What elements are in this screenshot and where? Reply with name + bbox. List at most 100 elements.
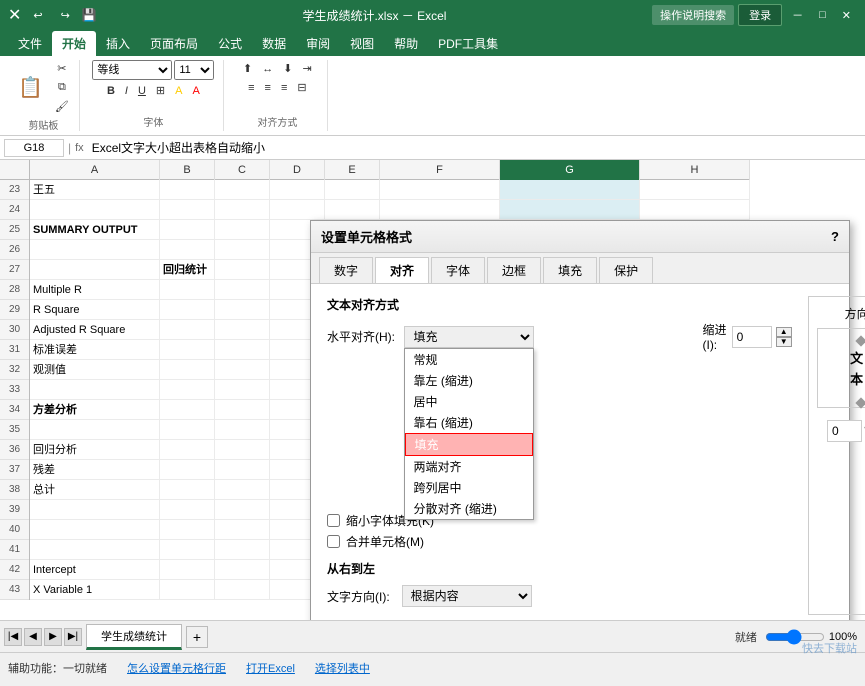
dialog-tab-protect[interactable]: 保护 [599, 257, 653, 283]
dialog-tab-number[interactable]: 数字 [319, 257, 373, 283]
hint-item-1[interactable]: 怎么设置单元格行距 [127, 660, 226, 676]
minimize-button[interactable]: － [786, 5, 809, 25]
cell-C26[interactable] [215, 240, 270, 259]
cell-C23[interactable] [215, 180, 270, 199]
col-header-F[interactable]: F [380, 160, 500, 180]
tab-insert[interactable]: 插入 [96, 31, 140, 56]
cell-C31[interactable] [215, 340, 270, 359]
col-header-C[interactable]: C [215, 160, 270, 180]
cell-B27[interactable]: 回归统计 [160, 260, 215, 279]
dropdown-item-center[interactable]: 居中 [405, 391, 533, 412]
cell-C41[interactable] [215, 540, 270, 559]
dialog-tab-border[interactable]: 边框 [487, 257, 541, 283]
cell-A34[interactable]: 方差分析 [30, 400, 160, 419]
cell-B28[interactable] [160, 280, 215, 299]
dropdown-item-distributed[interactable]: 分散对齐 (缩进) [405, 498, 533, 519]
col-header-E[interactable]: E [325, 160, 380, 180]
col-header-G[interactable]: G [500, 160, 640, 180]
cell-C38[interactable] [215, 480, 270, 499]
tab-formula[interactable]: 公式 [208, 31, 252, 56]
cell-B36[interactable] [160, 440, 215, 459]
cell-G24[interactable] [500, 200, 640, 219]
cell-A23[interactable]: 王五 [30, 180, 160, 199]
cell-B35[interactable] [160, 420, 215, 439]
sheet-nav-next[interactable]: ▶ [44, 628, 62, 646]
cell-B24[interactable] [160, 200, 215, 219]
dialog-tab-fill[interactable]: 填充 [543, 257, 597, 283]
cell-C24[interactable] [215, 200, 270, 219]
cell-A31[interactable]: 标准误差 [30, 340, 160, 359]
font-name-select[interactable]: 等线 [92, 60, 172, 80]
italic-button[interactable]: I [121, 83, 132, 99]
hint-item-3[interactable]: 选择列表中 [315, 660, 370, 676]
cell-H24[interactable] [640, 200, 750, 219]
bold-button[interactable]: B [103, 83, 119, 99]
formula-input[interactable] [88, 141, 861, 155]
cell-B37[interactable] [160, 460, 215, 479]
cell-A24[interactable] [30, 200, 160, 219]
copy-button[interactable]: ⧉ [51, 79, 73, 96]
dialog-question-icon[interactable]: ? [831, 229, 839, 244]
dropdown-item-normal[interactable]: 常规 [405, 349, 533, 370]
tab-pdf[interactable]: PDF工具集 [428, 31, 508, 56]
cell-C32[interactable] [215, 360, 270, 379]
cell-C29[interactable] [215, 300, 270, 319]
cell-C27[interactable] [215, 260, 270, 279]
indent-up-button[interactable]: ▲ [776, 327, 792, 337]
col-header-B[interactable]: B [160, 160, 215, 180]
shrink-checkbox[interactable] [327, 514, 340, 527]
cell-C42[interactable] [215, 560, 270, 579]
font-size-select[interactable]: 11 [174, 60, 214, 80]
sheet-nav-first[interactable]: |◀ [4, 628, 22, 646]
dropdown-item-fill[interactable]: 填充 [405, 433, 533, 456]
save-icon[interactable]: 💾 [82, 8, 97, 22]
align-left-button[interactable]: ≡ [244, 80, 258, 96]
cell-G23[interactable] [500, 180, 640, 199]
col-header-H[interactable]: H [640, 160, 750, 180]
cell-A32[interactable]: 观测值 [30, 360, 160, 379]
align-center-button[interactable]: ≡ [261, 80, 275, 96]
text-direction-select[interactable]: 根据内容 [402, 585, 532, 607]
align-bottom-button[interactable]: ⬇ [279, 60, 296, 77]
hint-item-2[interactable]: 打开Excel [246, 660, 295, 676]
col-header-D[interactable]: D [270, 160, 325, 180]
cell-F24[interactable] [380, 200, 500, 219]
format-painter-button[interactable]: 🖌 [51, 98, 73, 115]
degree-input[interactable] [827, 420, 862, 442]
tab-file[interactable]: 文件 [8, 31, 52, 56]
cell-A25[interactable]: SUMMARY OUTPUT [30, 220, 160, 239]
align-top-button[interactable]: ⬆ [239, 60, 256, 77]
cell-C30[interactable] [215, 320, 270, 339]
horizontal-align-select[interactable]: 填充 [404, 326, 534, 348]
merge-button[interactable]: ⊟ [293, 79, 310, 96]
merge-checkbox[interactable] [327, 535, 340, 548]
indent-down-button[interactable]: ▼ [776, 337, 792, 347]
cell-A30[interactable]: Adjusted R Square [30, 320, 160, 339]
cell-reference-input[interactable] [4, 139, 64, 157]
cell-D24[interactable] [270, 200, 325, 219]
cell-B33[interactable] [160, 380, 215, 399]
dropdown-item-left[interactable]: 靠左 (缩进) [405, 370, 533, 391]
sheet-nav-last[interactable]: ▶| [64, 628, 82, 646]
cell-B34[interactable] [160, 400, 215, 419]
wrap-text-button[interactable]: ⇥ [298, 60, 315, 77]
cell-A35[interactable] [30, 420, 160, 439]
cell-A40[interactable] [30, 520, 160, 539]
cell-A36[interactable]: 回归分析 [30, 440, 160, 459]
cell-B42[interactable] [160, 560, 215, 579]
login-button[interactable]: 登录 [738, 4, 782, 26]
add-sheet-button[interactable]: + [186, 626, 208, 648]
sheet-nav-prev[interactable]: ◀ [24, 628, 42, 646]
indent-input[interactable] [732, 326, 772, 348]
horizontal-dropdown[interactable]: 常规 靠左 (缩进) 居中 靠右 (缩进) 填充 两端对齐 跨列居中 分散对齐 … [404, 348, 534, 520]
tab-data[interactable]: 数据 [252, 31, 296, 56]
border-button[interactable]: ⊞ [152, 82, 169, 99]
cell-F23[interactable] [380, 180, 500, 199]
cell-B40[interactable] [160, 520, 215, 539]
sheet-tab-active[interactable]: 学生成绩统计 [86, 624, 182, 650]
cell-H23[interactable] [640, 180, 750, 199]
close-button[interactable]: ✕ [836, 7, 857, 24]
cut-button[interactable]: ✂ [51, 60, 73, 77]
cell-C33[interactable] [215, 380, 270, 399]
cell-C28[interactable] [215, 280, 270, 299]
